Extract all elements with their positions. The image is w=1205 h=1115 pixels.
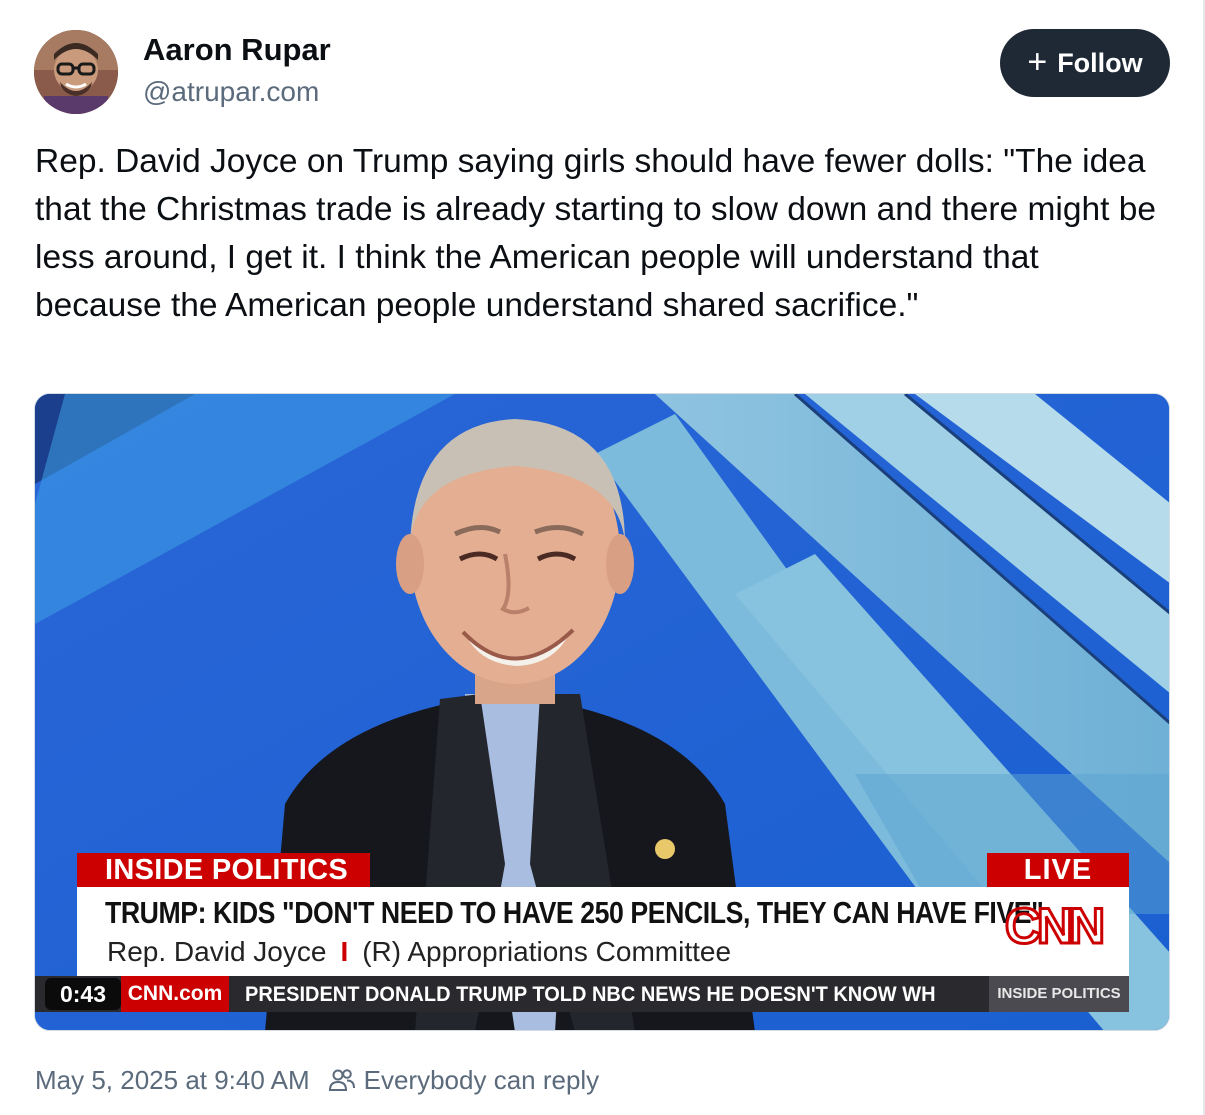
- avatar-image: [34, 30, 118, 114]
- people-icon: [328, 1069, 355, 1091]
- ticker-text: PRESIDENT DONALD TRUMP TOLD NBC NEWS HE …: [245, 982, 936, 1006]
- plus-icon: +: [1027, 42, 1048, 81]
- post-card: Aaron Rupar @atrupar.com + Follow Rep. D…: [0, 0, 1205, 1115]
- show-name-tag: INSIDE POLITICS: [77, 853, 370, 887]
- post-meta: May 5, 2025 at 9:40 AM Everybody can rep…: [35, 1062, 599, 1098]
- post-text: Rep. David Joyce on Trump saying girls s…: [35, 143, 1156, 324]
- ticker-show-name: INSIDE POLITICS: [989, 976, 1129, 1012]
- chyron-headline: TRUMP: KIDS "DON'T NEED TO HAVE 250 PENC…: [105, 895, 1044, 930]
- chyron-separator: I: [340, 936, 349, 967]
- live-badge: LIVE: [987, 853, 1129, 887]
- news-ticker: CNN.com PRESIDENT DONALD TRUMP TOLD NBC …: [35, 976, 1129, 1012]
- video-player[interactable]: INSIDE POLITICS LIVE TRUMP: KIDS "DON'T …: [34, 393, 1170, 1031]
- reply-setting[interactable]: Everybody can reply: [364, 1062, 600, 1098]
- video-timer: 0:43: [45, 978, 121, 1010]
- follow-button-label: Follow: [1057, 47, 1143, 78]
- follow-button[interactable]: + Follow: [1000, 29, 1170, 97]
- author-handle[interactable]: @atrupar.com: [143, 74, 319, 110]
- headline-box: TRUMP: KIDS "DON'T NEED TO HAVE 250 PENC…: [77, 887, 1129, 977]
- author-display-name[interactable]: Aaron Rupar: [143, 30, 331, 70]
- cnn-logo-text: CNN: [1005, 898, 1102, 953]
- avatar[interactable]: [34, 30, 118, 114]
- chyron-subline: Rep. David Joyce I (R) Appropriations Comm…: [107, 935, 731, 969]
- cnn-logo-icon: CNN: [1003, 897, 1107, 953]
- ticker-source: CNN.com: [121, 976, 229, 1012]
- guest-name: Rep. David Joyce: [107, 936, 327, 967]
- guest-title: (R) Appropriations Committee: [362, 936, 732, 967]
- post-timestamp[interactable]: May 5, 2025 at 9:40 AM: [35, 1062, 310, 1098]
